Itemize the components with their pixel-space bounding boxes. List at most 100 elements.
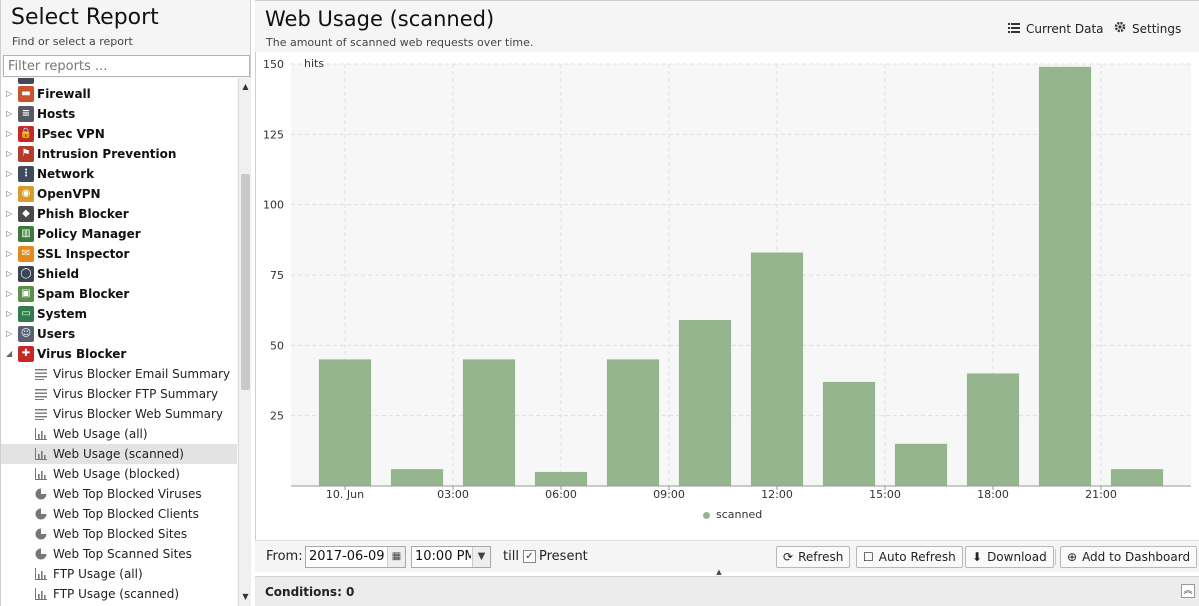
collapsed-arrow-icon[interactable]: ▷ [6,184,14,204]
filter-reports-input[interactable] [3,55,250,77]
report-tree: ▷ ▬ Firewall ▷ ≡ Hosts ▷ 🔒 IPsec VPN ▷ ⚑ Intrusion … [1,78,237,606]
tree-report-item[interactable]: Virus Blocker Web Summary [1,404,237,424]
tree-category[interactable]: ▷ ▣ Spam Blocker [1,284,237,304]
chart-area: 25 50 75 100 125 150 10. Jun 03:00 06:00 09:00 12:… [255,52,1199,540]
tree-report-item[interactable]: Web Top Blocked Viruses [1,484,237,504]
tree-category-label: Policy Manager [37,227,141,241]
collapsed-arrow-icon[interactable]: ▷ [6,84,14,104]
expanded-arrow-icon[interactable]: ◢ [6,344,14,364]
scroll-up-icon[interactable]: ▲ [241,82,250,92]
tree-category[interactable]: ▷ 🔒 IPsec VPN [1,124,237,144]
report-selector-panel: Select Report Find or select a report ▷▬… [0,0,251,606]
policy-manager-icon: ▥ [18,226,34,242]
tree-category[interactable]: ▷ ◉ OpenVPN [1,184,237,204]
collapsed-arrow-icon[interactable]: ▷ [6,144,14,164]
tree-report-item[interactable]: Virus Blocker FTP Summary [1,384,237,404]
refresh-button[interactable]: ⟳ Refresh [776,546,851,568]
tree-category[interactable]: ▷ ▭ System [1,304,237,324]
bar-chart-icon [35,448,47,460]
collapsed-arrow-icon[interactable]: ▷ [6,124,14,144]
list-icon [1008,20,1020,38]
auto-refresh-button[interactable]: ☐ Auto Refresh [856,546,963,568]
bar-chart-icon [35,428,47,440]
tree-report-item[interactable]: Web Usage (scanned) [1,444,237,464]
chart-bar [966,373,1020,486]
current-data-button[interactable]: Current Data [1008,20,1104,38]
shield-icon: ◯ [18,266,34,282]
from-date-field[interactable]: 2017-06-09 ▦ [305,546,406,568]
tree-report-item[interactable]: Web Top Blocked Sites [1,524,237,544]
collapsed-arrow-icon[interactable]: ▷ [6,284,14,304]
collapsed-arrow-icon[interactable]: ▷ [6,264,14,284]
auto-refresh-label: Auto Refresh [878,550,956,564]
tree-category[interactable]: ▷ ✉ SSL Inspector [1,244,237,264]
pie-chart-icon [35,488,47,500]
tree-report-label: Web Usage (scanned) [53,447,184,461]
y-tick-label: 100 [263,199,284,212]
x-tick-label: 03:00 [437,488,469,501]
virus-blocker-icon: ✚ [18,346,34,362]
x-tick-label: 09:00 [653,488,685,501]
tree-report-item[interactable]: Web Top Scanned Sites [1,544,237,564]
tree-category[interactable]: ▷ ◆ Phish Blocker [1,204,237,224]
tree-report-item[interactable]: Web Top Blocked Clients [1,504,237,524]
conditions-label: Conditions: 0 [265,585,355,599]
collapsed-arrow-icon[interactable]: ▷ [6,304,14,324]
tree-category[interactable]: ▷ ◯ Shield [1,264,237,284]
y-tick-label: 125 [263,128,284,141]
calendar-icon[interactable]: ▦ [387,547,405,567]
y-tick-label: 75 [270,269,284,282]
collapsed-arrow-icon[interactable]: ▷ [6,244,14,264]
y-tick-label: 50 [270,339,284,352]
tree-category[interactable]: ▷ ≡ Hosts [1,104,237,124]
from-time-field[interactable]: 10:00 PM ▼ [411,546,491,568]
tree-report-item[interactable]: Web Usage (blocked) [1,464,237,484]
pie-chart-icon [35,528,47,540]
download-label: Download [987,550,1047,564]
collapsed-arrow-icon[interactable]: ▷ [6,164,14,184]
present-checkbox[interactable]: ✓ [523,550,536,563]
tree-category-label: Users [37,327,76,341]
tree-category[interactable]: ▷ ▥ Policy Manager [1,224,237,244]
tree-category-label: Virus Blocker [37,347,127,361]
tree-report-item[interactable]: Web Usage (all) [1,424,237,444]
collapsed-arrow-icon[interactable]: ▷ [6,224,14,244]
collapsed-arrow-icon[interactable]: ▷ [6,324,14,344]
scroll-down-icon[interactable]: ▼ [241,592,250,602]
tree-scrollbar[interactable]: ▲ ▼ [238,78,251,606]
chart-legend[interactable]: scanned [703,508,762,521]
settings-label: Settings [1132,22,1182,36]
tree-report-label: Virus Blocker Email Summary [53,367,231,381]
tree-category[interactable]: ▷ ⋮ Network [1,164,237,184]
collapsed-arrow-icon[interactable]: ▷ [6,204,14,224]
system-icon: ▭ [18,306,34,322]
tree-category[interactable]: ◢ ✚ Virus Blocker [1,344,237,364]
chevron-down-icon[interactable]: ▼ [472,547,490,567]
tree-report-item[interactable]: FTP Usage (scanned) [1,584,237,604]
tree-report-label: FTP Usage (all) [53,567,143,581]
tree-category[interactable]: ▷ ⚑ Intrusion Prevention [1,144,237,164]
text-report-icon [35,389,47,400]
expand-conditions-icon[interactable]: ︽ [1181,584,1195,598]
download-button[interactable]: ⬇ Download [965,546,1054,568]
tree-category-label: Hosts [37,107,76,121]
tree-report-label: Web Top Scanned Sites [53,547,192,561]
tree-category[interactable]: ▷ ▬ Firewall [1,84,237,104]
report-toolbar: From: 2017-06-09 ▦ 10:00 PM ▼ till ✓ Pre… [255,540,1199,572]
tree-report-item[interactable]: FTP Usage (all) [1,564,237,584]
hosts-icon: ≡ [18,106,34,122]
collapse-handle-icon[interactable]: ▲ [713,568,725,576]
legend-swatch [703,511,710,519]
x-tick-label: 15:00 [869,488,901,501]
conditions-bar[interactable]: Conditions: 0 ︽ [255,576,1199,606]
bar-chart: 25 50 75 100 125 150 10. Jun 03:00 06:00 09:00 12:… [263,57,1191,501]
settings-button[interactable]: Settings [1114,20,1181,38]
add-to-dashboard-button[interactable]: ⊕ Add to Dashboard [1060,546,1198,568]
tree-category[interactable]: ▷ ☺ Users [1,324,237,344]
scrollbar-thumb[interactable] [241,174,250,390]
lock-icon: 🔒 [18,126,34,142]
tree-category-label: Network [37,167,95,181]
tree-report-item[interactable]: Virus Blocker Email Summary [1,364,237,384]
collapsed-arrow-icon[interactable]: ▷ [6,104,14,124]
from-date-value: 2017-06-09 [309,549,385,564]
